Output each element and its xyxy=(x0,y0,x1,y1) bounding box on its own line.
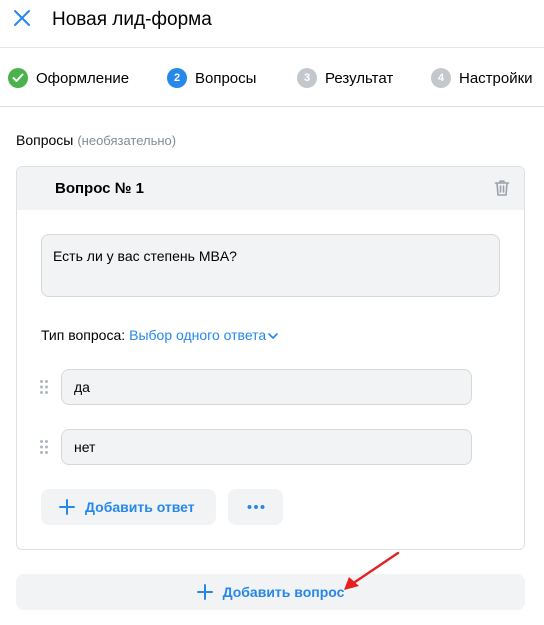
close-button[interactable] xyxy=(8,4,36,32)
step-label: Настройки xyxy=(459,69,533,87)
answer-row: да xyxy=(37,369,477,405)
question-type: Тип вопроса: Выбор одного ответа xyxy=(41,327,278,343)
drag-handle-icon[interactable] xyxy=(39,439,49,455)
header: Новая лид-форма xyxy=(0,0,544,48)
question-card-header: Вопрос № 1 xyxy=(17,167,524,210)
question-title: Вопрос № 1 xyxy=(55,180,144,197)
section-title: Вопросы (необязательно) xyxy=(16,131,176,150)
question-type-label: Тип вопроса: xyxy=(41,327,126,343)
answer-row: нет xyxy=(37,429,477,465)
step-label: Оформление xyxy=(36,69,130,87)
add-answer-button[interactable]: Добавить ответ xyxy=(41,489,216,525)
more-options-button[interactable] xyxy=(228,489,283,525)
step-number: 4 xyxy=(431,68,451,88)
more-icon xyxy=(247,505,264,509)
question-type-value[interactable]: Выбор одного ответа xyxy=(129,327,266,343)
plus-icon xyxy=(196,584,213,600)
question-card: Вопрос № 1 Есть ли у вас степень MBA? Ти… xyxy=(16,166,525,550)
add-answer-label: Добавить ответ xyxy=(85,499,195,515)
add-question-label: Добавить вопрос xyxy=(222,584,345,600)
trash-icon[interactable] xyxy=(492,178,512,198)
question-text-field[interactable]: Есть ли у вас степень MBA? xyxy=(41,234,500,297)
step-questions[interactable]: 2 Вопросы xyxy=(167,67,256,89)
plus-icon xyxy=(59,499,75,515)
page-title: Новая лид-форма xyxy=(52,9,212,30)
chevron-down-icon[interactable] xyxy=(268,332,278,340)
section-title-text: Вопросы xyxy=(16,132,74,148)
step-number: 3 xyxy=(297,68,317,88)
step-label: Вопросы xyxy=(195,69,257,87)
step-design[interactable]: Оформление xyxy=(8,67,129,89)
section-hint: (необязательно) xyxy=(77,133,177,148)
check-icon xyxy=(8,68,28,88)
drag-handle-icon[interactable] xyxy=(39,379,49,395)
add-question-button[interactable]: Добавить вопрос xyxy=(16,574,525,610)
question-type-dropdown[interactable]: Выбор одного ответа xyxy=(129,327,278,343)
close-icon[interactable] xyxy=(13,9,31,27)
step-label: Результат xyxy=(325,69,394,87)
step-number: 2 xyxy=(167,68,187,88)
answer-field[interactable]: нет xyxy=(61,429,472,465)
stepper: Оформление 2 Вопросы 3 Результат 4 Настр… xyxy=(0,49,544,107)
answer-field[interactable]: да xyxy=(61,369,472,405)
step-result[interactable]: 3 Результат xyxy=(297,67,393,89)
step-settings[interactable]: 4 Настройки xyxy=(431,67,533,89)
